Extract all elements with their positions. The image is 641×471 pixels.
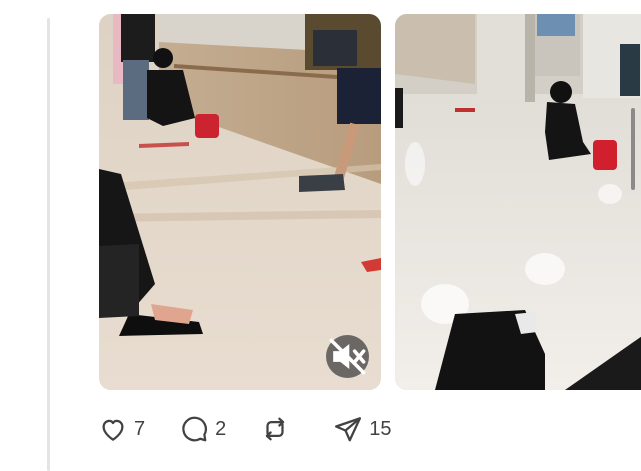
corridor-photo <box>395 14 641 390</box>
comment-bubble-icon <box>182 416 208 442</box>
reply-button[interactable]: 2 <box>179 414 226 444</box>
speaker-muted-icon <box>329 338 366 375</box>
like-button[interactable]: 7 <box>98 414 145 444</box>
thread-connector-line <box>47 18 50 471</box>
share-button[interactable]: 15 <box>333 414 392 444</box>
hallway-video-frame <box>99 14 381 390</box>
mute-toggle-button[interactable] <box>326 335 369 378</box>
repost-button[interactable] <box>260 414 296 444</box>
post-video[interactable] <box>99 14 381 390</box>
send-icon <box>335 417 362 442</box>
heart-icon <box>102 419 124 441</box>
media-scrollbar-thumb[interactable] <box>631 108 635 190</box>
post-image[interactable] <box>395 14 641 390</box>
like-count: 7 <box>134 417 146 440</box>
post-action-bar: 7 2 15 <box>98 410 426 448</box>
repost-icon <box>266 417 285 441</box>
share-count: 15 <box>369 417 392 440</box>
reply-count: 2 <box>215 417 227 440</box>
